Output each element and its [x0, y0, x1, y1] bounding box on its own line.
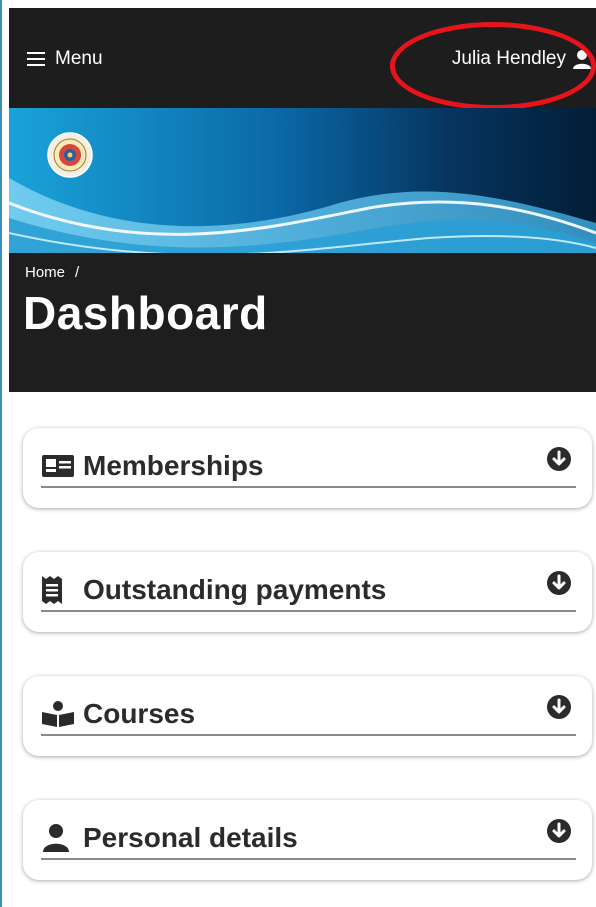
courses-card: Courses [23, 676, 592, 756]
outstanding-payments-card: Outstanding payments [23, 552, 592, 632]
user-icon [41, 823, 83, 853]
id-card-icon [41, 454, 83, 478]
hamburger-icon [27, 52, 45, 66]
book-reader-icon [41, 700, 83, 728]
memberships-title: Memberships [83, 450, 264, 481]
menu-button[interactable]: Menu [27, 48, 103, 70]
breadcrumb-separator: / [75, 264, 80, 281]
memberships-toggle[interactable]: Memberships [41, 446, 576, 488]
receipt-icon [41, 575, 83, 605]
arrow-circle-down-icon[interactable] [546, 694, 572, 720]
outstanding-payments-title: Outstanding payments [83, 574, 387, 605]
page-left-border [0, 0, 2, 907]
page-top-strip [0, 0, 596, 8]
arrow-circle-down-icon[interactable] [546, 818, 572, 844]
personal-details-title: Personal details [83, 822, 298, 853]
menu-label: Menu [55, 48, 103, 69]
personal-details-toggle[interactable]: Personal details [41, 818, 576, 860]
personal-details-card: Personal details [23, 800, 592, 880]
hero-banner: Home / Dashboard [9, 108, 596, 392]
breadcrumb: Home / [25, 264, 79, 281]
city-seal-logo [47, 132, 93, 178]
courses-title: Courses [83, 698, 196, 729]
page-title: Dashboard [23, 287, 268, 339]
outstanding-payments-toggle[interactable]: Outstanding payments [41, 570, 576, 612]
arrow-circle-down-icon[interactable] [546, 446, 572, 472]
courses-toggle[interactable]: Courses [41, 694, 576, 736]
memberships-card: Memberships [23, 428, 592, 508]
wave-banner-graphic [9, 108, 596, 253]
highlight-annotation-circle [390, 22, 596, 110]
arrow-circle-down-icon[interactable] [546, 570, 572, 596]
breadcrumb-home-link[interactable]: Home [25, 264, 65, 281]
